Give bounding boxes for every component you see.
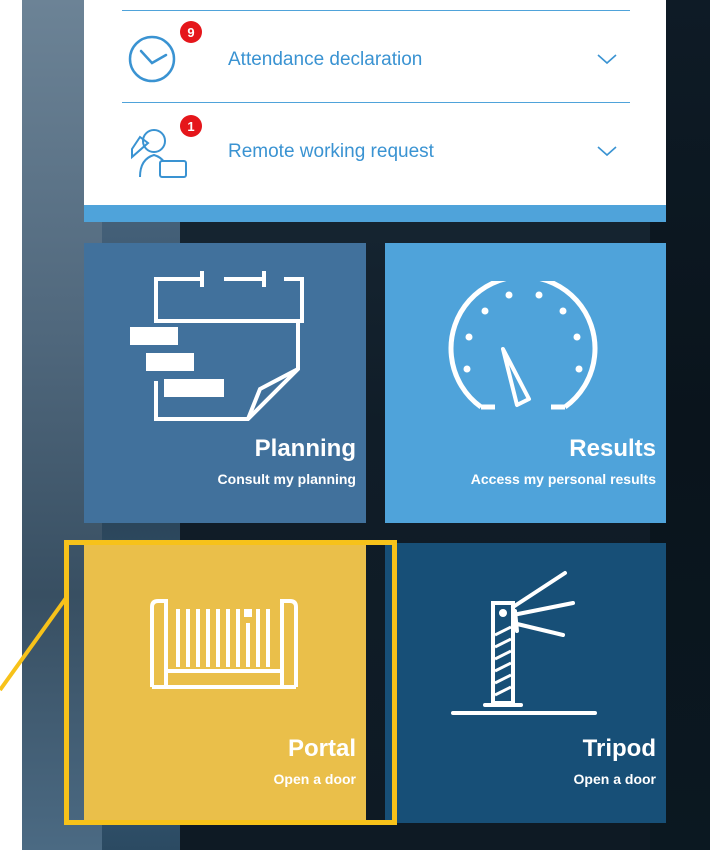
request-label: Remote working request xyxy=(228,141,434,162)
barrier-icon xyxy=(445,563,605,728)
speedometer-icon xyxy=(443,274,603,421)
tile-title: Results xyxy=(569,435,656,462)
chevron-down-icon[interactable] xyxy=(596,143,618,159)
tile-planning[interactable]: Planning Consult my planning xyxy=(84,243,366,523)
request-attendance-declaration[interactable]: 9 Attendance declaration xyxy=(122,10,630,106)
chevron-down-icon[interactable] xyxy=(596,51,618,67)
tile-title: Planning xyxy=(254,435,356,462)
request-remote-working[interactable]: 1 Remote working request xyxy=(122,102,630,198)
tile-tripod[interactable]: Tripod Open a door xyxy=(385,543,666,823)
attendance-badge: 9 xyxy=(180,21,202,43)
panel-footer-bar xyxy=(84,205,666,222)
tile-subtitle: Open a door xyxy=(573,771,656,787)
tile-subtitle: Access my personal results xyxy=(470,471,656,487)
request-label: Attendance declaration xyxy=(228,49,423,70)
planning-icon xyxy=(124,261,314,436)
remote-work-badge: 1 xyxy=(180,115,202,137)
highlight-frame xyxy=(64,540,397,825)
tile-results[interactable]: Results Access my personal results xyxy=(385,243,666,523)
tile-subtitle: Consult my planning xyxy=(217,471,356,487)
tile-title: Tripod xyxy=(582,735,656,762)
requests-panel: 9 Attendance declaration 1 Remote workin… xyxy=(84,0,666,222)
